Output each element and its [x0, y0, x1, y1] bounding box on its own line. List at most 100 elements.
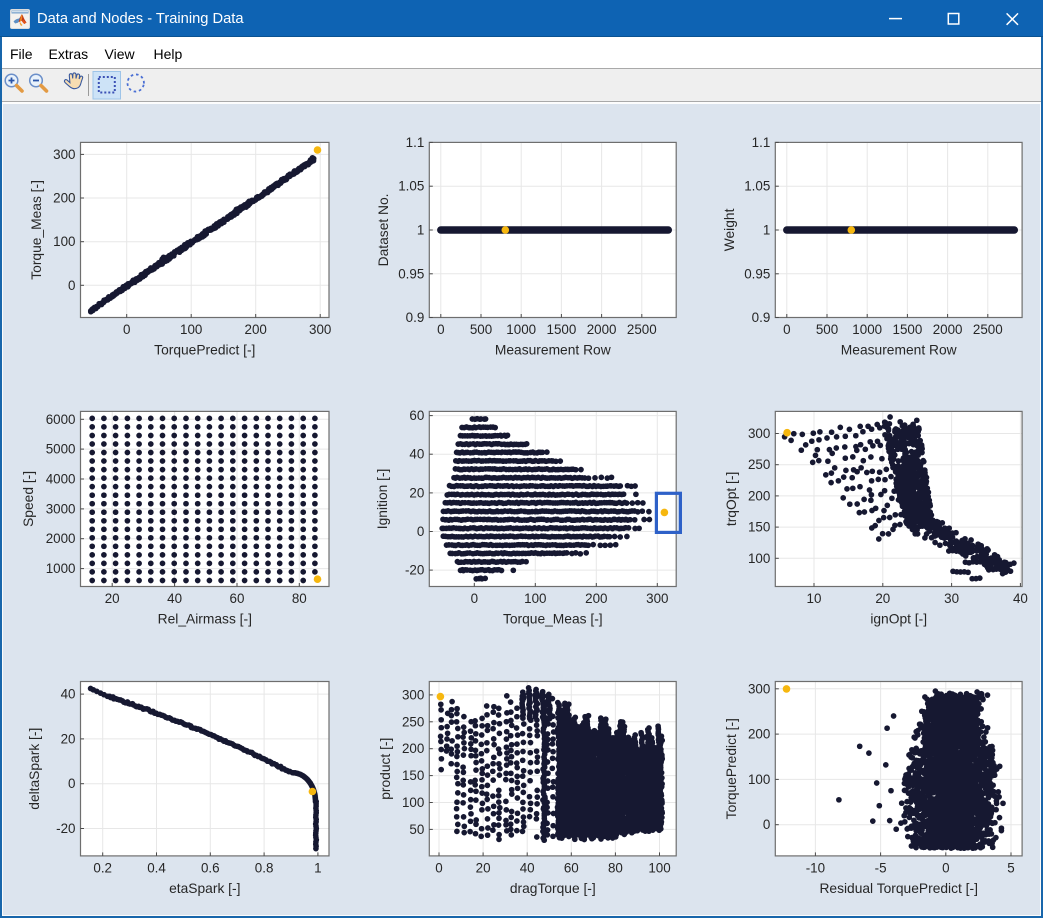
svg-text:TorquePredict [-]: TorquePredict [-]: [154, 343, 255, 358]
svg-text:40: 40: [409, 447, 424, 462]
svg-text:200: 200: [402, 741, 424, 756]
svg-text:Weight: Weight: [722, 208, 737, 251]
svg-text:300: 300: [309, 322, 331, 337]
svg-text:200: 200: [585, 591, 607, 606]
svg-text:250: 250: [402, 714, 424, 729]
svg-text:80: 80: [608, 860, 623, 875]
svg-text:trqOpt [-]: trqOpt [-]: [724, 472, 739, 526]
svg-text:0: 0: [783, 322, 790, 337]
svg-text:0: 0: [471, 591, 478, 606]
svg-text:40: 40: [1013, 591, 1028, 606]
svg-text:300: 300: [53, 147, 75, 162]
svg-text:2000: 2000: [933, 322, 963, 337]
svg-text:3000: 3000: [46, 501, 76, 516]
svg-text:40: 40: [520, 860, 535, 875]
svg-text:60: 60: [564, 860, 579, 875]
svg-text:Torque_Meas [-]: Torque_Meas [-]: [503, 612, 603, 627]
svg-text:100: 100: [748, 551, 770, 566]
svg-text:100: 100: [53, 234, 75, 249]
svg-text:0: 0: [437, 322, 444, 337]
svg-text:0.2: 0.2: [93, 860, 112, 875]
svg-text:1: 1: [417, 223, 424, 238]
svg-text:1: 1: [763, 223, 770, 238]
svg-text:100: 100: [648, 860, 670, 875]
svg-text:200: 200: [748, 727, 770, 742]
svg-text:Residual TorquePredict [-]: Residual TorquePredict [-]: [819, 881, 978, 896]
svg-text:0.95: 0.95: [398, 266, 424, 281]
svg-text:1.05: 1.05: [398, 179, 424, 194]
svg-text:150: 150: [748, 520, 770, 535]
svg-text:20: 20: [61, 731, 76, 746]
svg-text:Speed [-]: Speed [-]: [21, 471, 36, 527]
svg-text:6000: 6000: [46, 412, 76, 427]
svg-text:0.9: 0.9: [752, 310, 771, 325]
svg-text:deltaSpark [-]: deltaSpark [-]: [27, 728, 42, 810]
svg-text:1.05: 1.05: [744, 179, 770, 194]
svg-text:1.1: 1.1: [752, 135, 771, 150]
svg-text:ignOpt [-]: ignOpt [-]: [870, 612, 927, 627]
svg-text:100: 100: [180, 322, 202, 337]
svg-text:100: 100: [524, 591, 546, 606]
svg-text:300: 300: [646, 591, 668, 606]
svg-text:2000: 2000: [587, 322, 617, 337]
svg-text:100: 100: [748, 772, 770, 787]
svg-text:Dataset No.: Dataset No.: [376, 193, 391, 266]
svg-text:2000: 2000: [46, 531, 76, 546]
svg-text:10: 10: [807, 591, 822, 606]
svg-text:1000: 1000: [852, 322, 882, 337]
svg-text:0.4: 0.4: [147, 860, 166, 875]
svg-text:300: 300: [402, 687, 424, 702]
svg-text:product [-]: product [-]: [378, 738, 393, 800]
svg-text:60: 60: [409, 408, 424, 423]
svg-text:-5: -5: [875, 860, 887, 875]
svg-text:40: 40: [61, 687, 76, 702]
svg-text:5: 5: [1007, 860, 1014, 875]
svg-text:0: 0: [942, 860, 949, 875]
svg-text:0.95: 0.95: [744, 266, 770, 281]
svg-text:40: 40: [167, 591, 182, 606]
svg-text:60: 60: [230, 591, 245, 606]
svg-text:0: 0: [68, 278, 75, 293]
svg-text:300: 300: [748, 426, 770, 441]
svg-text:150: 150: [402, 768, 424, 783]
svg-text:0: 0: [417, 524, 424, 539]
svg-text:etaSpark [-]: etaSpark [-]: [169, 881, 240, 896]
svg-text:0.9: 0.9: [406, 310, 425, 325]
svg-text:80: 80: [292, 591, 307, 606]
svg-text:500: 500: [816, 322, 838, 337]
svg-text:100: 100: [402, 795, 424, 810]
svg-text:TorquePredict [-]: TorquePredict [-]: [724, 718, 739, 819]
svg-text:500: 500: [470, 322, 492, 337]
svg-text:Rel_Airmass [-]: Rel_Airmass [-]: [158, 612, 252, 627]
svg-text:20: 20: [409, 485, 424, 500]
svg-text:0: 0: [435, 860, 442, 875]
svg-text:1: 1: [314, 860, 321, 875]
svg-text:20: 20: [105, 591, 120, 606]
svg-text:Measurement Row: Measurement Row: [495, 343, 611, 358]
svg-text:0.6: 0.6: [201, 860, 220, 875]
svg-text:Ignition [-]: Ignition [-]: [375, 469, 390, 530]
svg-text:200: 200: [53, 191, 75, 206]
svg-text:20: 20: [476, 860, 491, 875]
svg-text:30: 30: [944, 591, 959, 606]
svg-text:4000: 4000: [46, 472, 76, 487]
svg-text:1.1: 1.1: [406, 135, 425, 150]
svg-text:2500: 2500: [973, 322, 1003, 337]
svg-text:0: 0: [763, 817, 770, 832]
svg-text:2500: 2500: [627, 322, 657, 337]
svg-text:200: 200: [748, 488, 770, 503]
svg-text:0: 0: [123, 322, 130, 337]
svg-text:Measurement Row: Measurement Row: [841, 343, 957, 358]
svg-text:0: 0: [68, 776, 75, 791]
svg-text:Torque_Meas [-]: Torque_Meas [-]: [29, 180, 44, 280]
svg-text:1000: 1000: [506, 322, 536, 337]
svg-text:1500: 1500: [547, 322, 577, 337]
svg-text:300: 300: [748, 681, 770, 696]
svg-text:50: 50: [409, 822, 424, 837]
svg-text:250: 250: [748, 457, 770, 472]
svg-text:200: 200: [245, 322, 267, 337]
svg-text:0.8: 0.8: [255, 860, 274, 875]
svg-text:-20: -20: [56, 821, 75, 836]
svg-text:-10: -10: [806, 860, 825, 875]
svg-text:-20: -20: [405, 563, 424, 578]
